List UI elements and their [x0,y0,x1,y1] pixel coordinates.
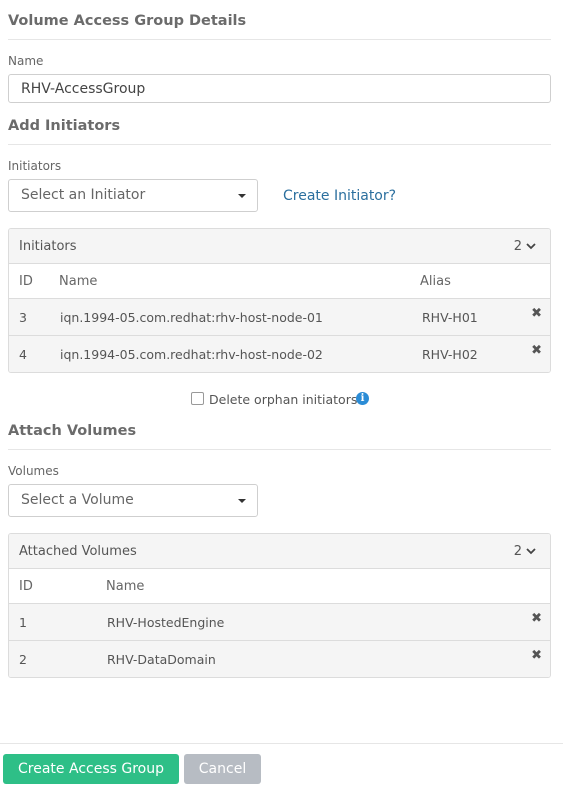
attached-volumes-panel-header[interactable]: Attached Volumes 2 [9,534,550,569]
row-name: iqn.1994-05.com.redhat:rhv-host-node-02 [60,347,323,362]
row-name: RHV-HostedEngine [107,615,225,630]
section-title-details: Volume Access Group Details [8,13,247,29]
delete-orphan-checkbox[interactable] [191,392,204,405]
footer-divider [0,743,563,744]
divider [8,39,551,40]
close-icon[interactable]: ✖ [531,648,542,663]
name-input[interactable] [9,75,553,102]
table-row: 4 iqn.1994-05.com.redhat:rhv-host-node-0… [9,336,550,372]
close-icon[interactable]: ✖ [531,343,542,358]
close-icon[interactable]: ✖ [531,306,542,321]
delete-orphan-label[interactable]: Delete orphan initiators [209,392,357,407]
table-row: 2 RHV-DataDomain ✖ [9,641,550,677]
initiators-table-header: ID Name Alias [9,264,550,299]
info-icon[interactable]: i [356,392,369,405]
column-header-id: ID [19,579,33,594]
row-name: iqn.1994-05.com.redhat:rhv-host-node-01 [60,310,323,325]
section-title-add-initiators: Add Initiators [8,118,121,134]
initiator-select[interactable]: Select an Initiator [8,179,258,212]
name-field-wrapper [8,74,553,103]
attached-volumes-panel-title: Attached Volumes [19,544,137,559]
column-header-alias: Alias [420,274,451,289]
row-id: 4 [19,347,27,362]
volume-select-value: Select a Volume [21,492,134,508]
close-icon[interactable]: ✖ [531,611,542,626]
initiator-select-value: Select an Initiator [21,187,146,203]
section-title-attach-volumes: Attach Volumes [8,423,137,439]
row-alias: RHV-H01 [422,310,478,325]
column-header-name: Name [59,274,98,289]
volume-select[interactable]: Select a Volume [8,484,258,517]
row-id: 2 [19,652,27,667]
chevron-down-icon[interactable] [526,239,536,253]
volumes-label: Volumes [8,464,59,478]
row-id: 1 [19,615,27,630]
attached-volumes-count: 2 [513,544,522,559]
initiators-panel-title: Initiators [19,239,77,254]
initiators-label: Initiators [8,159,62,173]
column-header-id: ID [19,274,33,289]
table-row: 3 iqn.1994-05.com.redhat:rhv-host-node-0… [9,299,550,336]
initiators-count: 2 [513,239,522,254]
initiators-panel: Initiators 2 ID Name Alias 3 iqn.1994-05… [8,228,551,373]
volumes-table-header: ID Name [9,569,550,604]
divider [8,449,551,450]
row-id: 3 [19,310,27,325]
row-alias: RHV-H02 [422,347,478,362]
column-header-name: Name [106,579,145,594]
create-initiator-link[interactable]: Create Initiator? [283,188,396,204]
attached-volumes-panel: Attached Volumes 2 ID Name 1 RHV-HostedE… [8,533,551,678]
chevron-down-icon[interactable] [526,544,536,558]
name-label: Name [8,54,44,68]
caret-down-icon [238,194,246,198]
cancel-button[interactable]: Cancel [184,754,261,784]
create-access-group-button[interactable]: Create Access Group [3,754,179,784]
caret-down-icon [238,499,246,503]
initiators-panel-header[interactable]: Initiators 2 [9,229,550,264]
table-row: 1 RHV-HostedEngine ✖ [9,604,550,641]
row-name: RHV-DataDomain [107,652,216,667]
divider [8,144,551,145]
